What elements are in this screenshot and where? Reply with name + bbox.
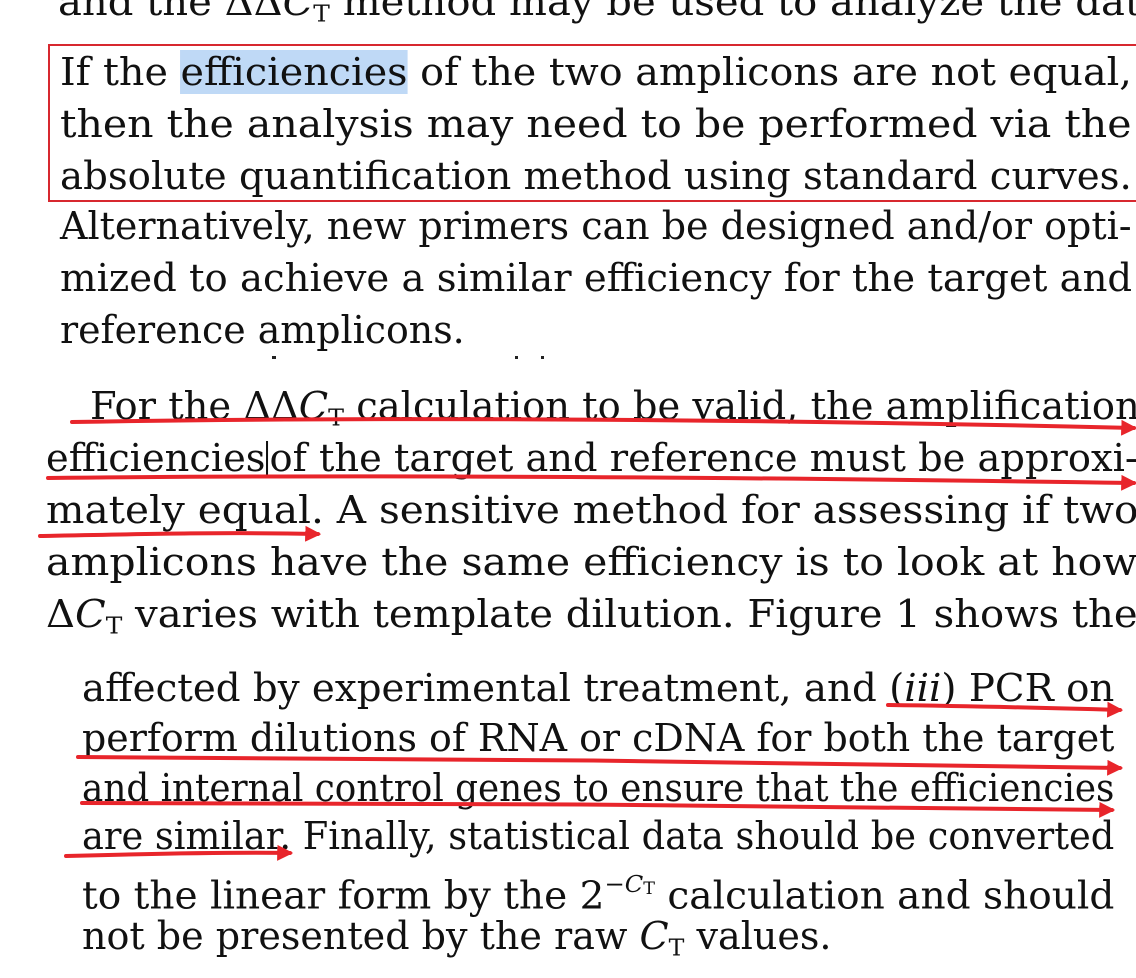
text-line: and the ΔΔCT method may be used to analy…: [58, 0, 1136, 28]
text-line: If the efficiencies of the two amplicons…: [60, 50, 1132, 94]
text-line: efficiencies of the target and reference …: [46, 436, 1136, 480]
text-line: to the linear form by the 2−CT calculati…: [82, 870, 1115, 918]
selected-word[interactable]: efficiencies: [180, 50, 408, 94]
text-line: mized to achieve a similar efficiency fo…: [60, 256, 1133, 300]
text-line: reference amplicons.: [60, 308, 465, 352]
text-line: and internal control genes to ensure tha…: [82, 766, 1115, 810]
text-line: ΔCT varies with template dilution. Figur…: [46, 592, 1136, 640]
text-line: Alternatively, new primers can be design…: [60, 204, 1132, 248]
text-line: amplicons have the same efficiency is to…: [46, 540, 1136, 584]
text-line: affected by experimental treatment, and …: [82, 666, 1115, 710]
text-line: mately equal. A sensitive method for ass…: [46, 488, 1136, 532]
text-line: perform dilutions of RNA or cDNA for bot…: [82, 716, 1115, 760]
text-line: absolute quantification method using sta…: [60, 154, 1132, 198]
underline-arrow: [38, 525, 322, 542]
text-line: are similar. Finally, statistical data s…: [82, 814, 1115, 858]
text-line: then the analysis may need to be perform…: [60, 102, 1132, 146]
text-line: not be presented by the raw CT values.: [82, 914, 832, 962]
text-line: For the ΔΔCT calculation to be valid, th…: [90, 384, 1136, 432]
